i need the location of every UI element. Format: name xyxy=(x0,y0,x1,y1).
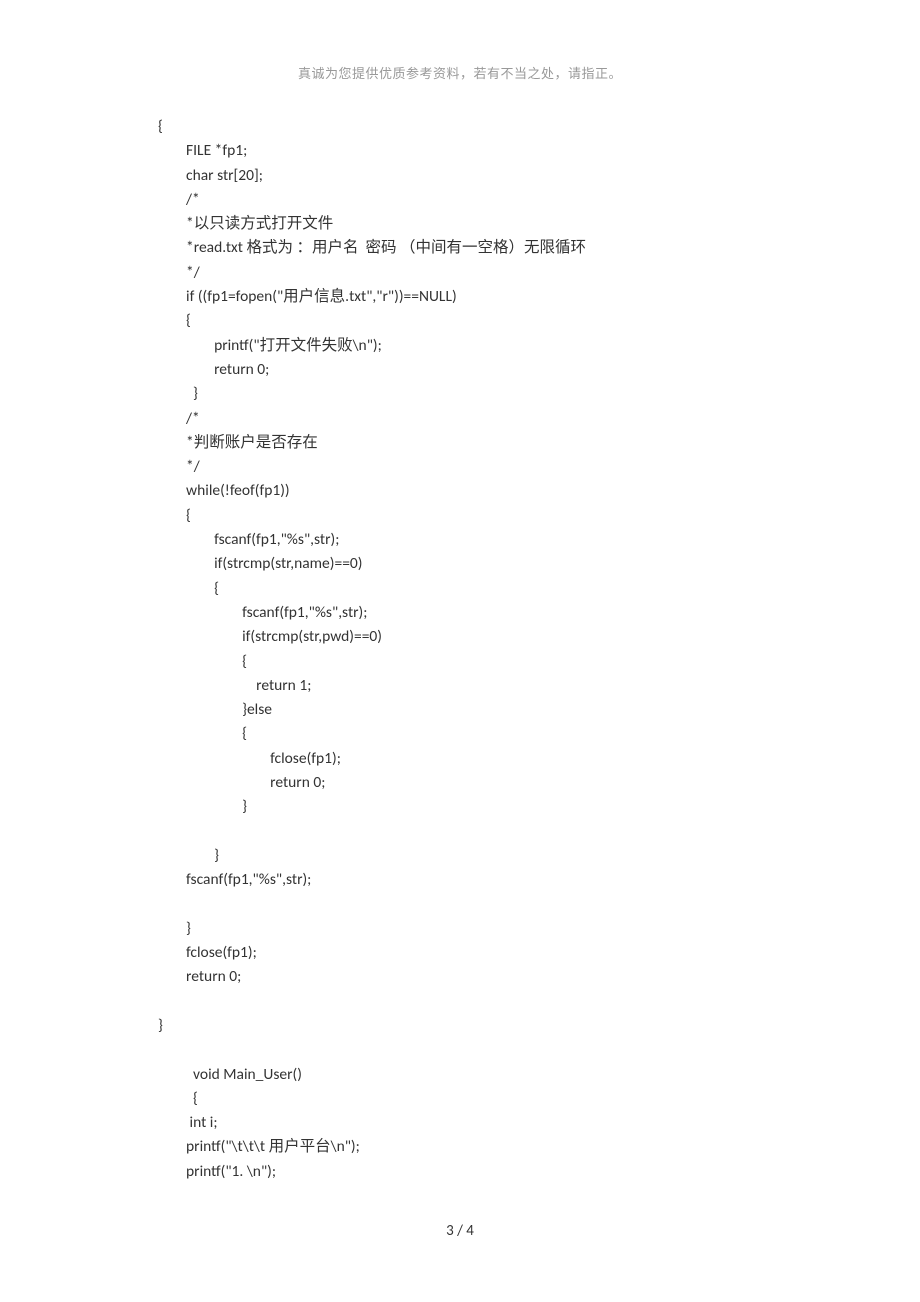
document-page: 真诚为您提供优质参考资料，若有不当之处，请指正。 { FILE *fp1; ch… xyxy=(0,0,920,1302)
code-content: { FILE *fp1; char str[20]; /* *以只读方式打开文件… xyxy=(158,115,798,1184)
page-footer: 3 / 4 xyxy=(0,1222,920,1240)
page-header: 真诚为您提供优质参考资料，若有不当之处，请指正。 xyxy=(0,63,920,82)
